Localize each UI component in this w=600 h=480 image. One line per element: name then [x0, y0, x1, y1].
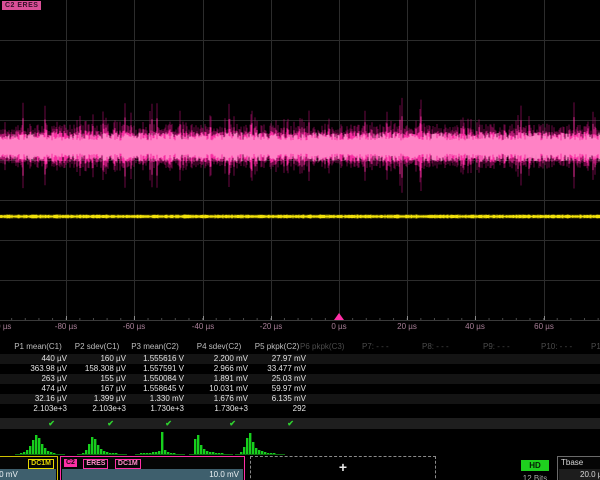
- measurement-table: P1 mean(C1) P2 sdev(C1) P3 mean(C2) P4 s…: [0, 342, 600, 430]
- param-max: 474 µV: [7, 384, 67, 394]
- waveform-traces: [0, 0, 600, 334]
- param-header-p4[interactable]: P4 sdev(C2): [188, 342, 250, 352]
- c2-eres-badge: ERES: [83, 459, 108, 469]
- channel-c2-descriptor[interactable]: C2 ERES DC1M 10.0 mV: [60, 456, 245, 480]
- param-header-p6[interactable]: P6 pkpk(C3): [300, 342, 344, 352]
- param-max: 10.031 mV: [188, 384, 248, 394]
- param-max: 1.558645 V: [124, 384, 184, 394]
- param-header-p7[interactable]: P7: - - -: [362, 342, 389, 352]
- param-row-num: 2.103e+3 2.103e+3 1.730e+3 1.730e+3 292: [0, 404, 600, 414]
- axis-label: 0 µs: [331, 322, 346, 331]
- param-value: 440 µV: [7, 354, 67, 364]
- axis-label: 20 µs: [397, 322, 417, 331]
- param-max: 167 µV: [66, 384, 126, 394]
- trace-label: C2 ERES: [2, 1, 41, 10]
- hd-badge: HD: [521, 460, 549, 471]
- param-sdev: 32.16 µV: [7, 394, 67, 404]
- axis-label: 60 µs: [534, 322, 554, 331]
- axis-label: -80 µs: [55, 322, 77, 331]
- status-check-icon: ✔: [7, 418, 67, 429]
- param-header-p3[interactable]: P3 mean(C2): [124, 342, 186, 352]
- param-num: 1.730e+3: [124, 404, 184, 414]
- param-header-p10[interactable]: P10: - - -: [541, 342, 572, 352]
- status-check-icon: ✔: [246, 418, 306, 429]
- param-sdev: 1.399 µV: [66, 394, 126, 404]
- param-min: 25.03 mV: [246, 374, 306, 384]
- param-row-mean: 363.98 µV 158.308 µV 1.557591 V 2.966 mV…: [0, 364, 600, 374]
- plus-icon: +: [251, 459, 435, 475]
- trigger-time-marker[interactable]: [334, 313, 344, 320]
- param-header-p9[interactable]: P9: - - -: [483, 342, 510, 352]
- param-mean: 363.98 µV: [7, 364, 67, 374]
- param-header-p2[interactable]: P2 sdev(C1): [66, 342, 128, 352]
- c1-coupling-badge: DC1M: [28, 459, 54, 469]
- param-header-p11[interactable]: P11: - - -: [591, 342, 600, 352]
- param-row-sdev: 32.16 µV 1.399 µV 1.330 mV 1.676 mV 6.13…: [0, 394, 600, 404]
- c2-coupling-badge: DC1M: [115, 459, 141, 469]
- param-header-p5[interactable]: P5 pkpk(C2): [246, 342, 308, 352]
- axis-label: 40 µs: [465, 322, 485, 331]
- hd-mode-indicator[interactable]: HD 12 Bits: [514, 455, 556, 480]
- status-check-icon: ✔: [188, 418, 248, 429]
- param-value: 160 µV: [66, 354, 126, 364]
- descriptor-bar: DC1M 10.0 mV C2 ERES DC1M 10.0 mV + HD 1…: [0, 456, 600, 480]
- channel-c1-descriptor[interactable]: DC1M 10.0 mV: [0, 456, 58, 480]
- param-sdev: 6.135 mV: [246, 394, 306, 404]
- param-min: 1.550084 V: [124, 374, 184, 384]
- param-header-row: P1 mean(C1) P2 sdev(C1) P3 mean(C2) P4 s…: [0, 342, 600, 352]
- hd-bits-label: 12 Bits: [514, 474, 556, 480]
- axis-label: -60 µs: [123, 322, 145, 331]
- add-trace-button[interactable]: +: [250, 456, 436, 480]
- axis-label: -40 µs: [192, 322, 214, 331]
- c2-channel-badge: C2: [64, 459, 77, 467]
- status-check-icon: ✔: [124, 418, 184, 429]
- param-num: 292: [246, 404, 306, 414]
- param-num: 1.730e+3: [188, 404, 248, 414]
- param-row-max: 474 µV 167 µV 1.558645 V 10.031 mV 59.97…: [0, 384, 600, 394]
- param-row-status: ✔ ✔ ✔ ✔ ✔: [0, 418, 600, 429]
- tbase-tdiv-value: 20.0 µs/div: [580, 469, 600, 480]
- param-mean: 2.966 mV: [188, 364, 248, 374]
- axis-label: -100 µs: [0, 322, 11, 331]
- status-check-icon: ✔: [66, 418, 126, 429]
- param-value: 1.555616 V: [124, 354, 184, 364]
- param-row-value: 440 µV 160 µV 1.555616 V 2.200 mV 27.97 …: [0, 354, 600, 364]
- c2-vdiv-value: 10.0 mV: [209, 469, 239, 480]
- param-num: 2.103e+3: [7, 404, 67, 414]
- param-min: 155 µV: [66, 374, 126, 384]
- tbase-title: Tbase: [561, 458, 583, 467]
- param-value: 2.200 mV: [188, 354, 248, 364]
- param-row-min: 263 µV 155 µV 1.550084 V 1.891 mV 25.03 …: [0, 374, 600, 384]
- axis-label: -20 µs: [260, 322, 282, 331]
- parameter-histicons[interactable]: [0, 430, 600, 457]
- oscilloscope-screen: C2 ERES -100 µs -80 µs -60 µs -40 µs -20…: [0, 0, 600, 480]
- param-mean: 158.308 µV: [66, 364, 126, 374]
- param-mean: 33.477 mV: [246, 364, 306, 374]
- param-value: 27.97 mV: [246, 354, 306, 364]
- param-min: 1.891 mV: [188, 374, 248, 384]
- timebase-descriptor[interactable]: Tbase 20.0 µs/div: [557, 456, 600, 480]
- param-header-p1[interactable]: P1 mean(C1): [7, 342, 69, 352]
- param-mean: 1.557591 V: [124, 364, 184, 374]
- param-num: 2.103e+3: [66, 404, 126, 414]
- param-max: 59.97 mV: [246, 384, 306, 394]
- c1-vdiv-value: 10.0 mV: [0, 469, 18, 480]
- param-sdev: 1.676 mV: [188, 394, 248, 404]
- param-header-p8[interactable]: P8: - - -: [422, 342, 449, 352]
- param-sdev: 1.330 mV: [124, 394, 184, 404]
- param-min: 263 µV: [7, 374, 67, 384]
